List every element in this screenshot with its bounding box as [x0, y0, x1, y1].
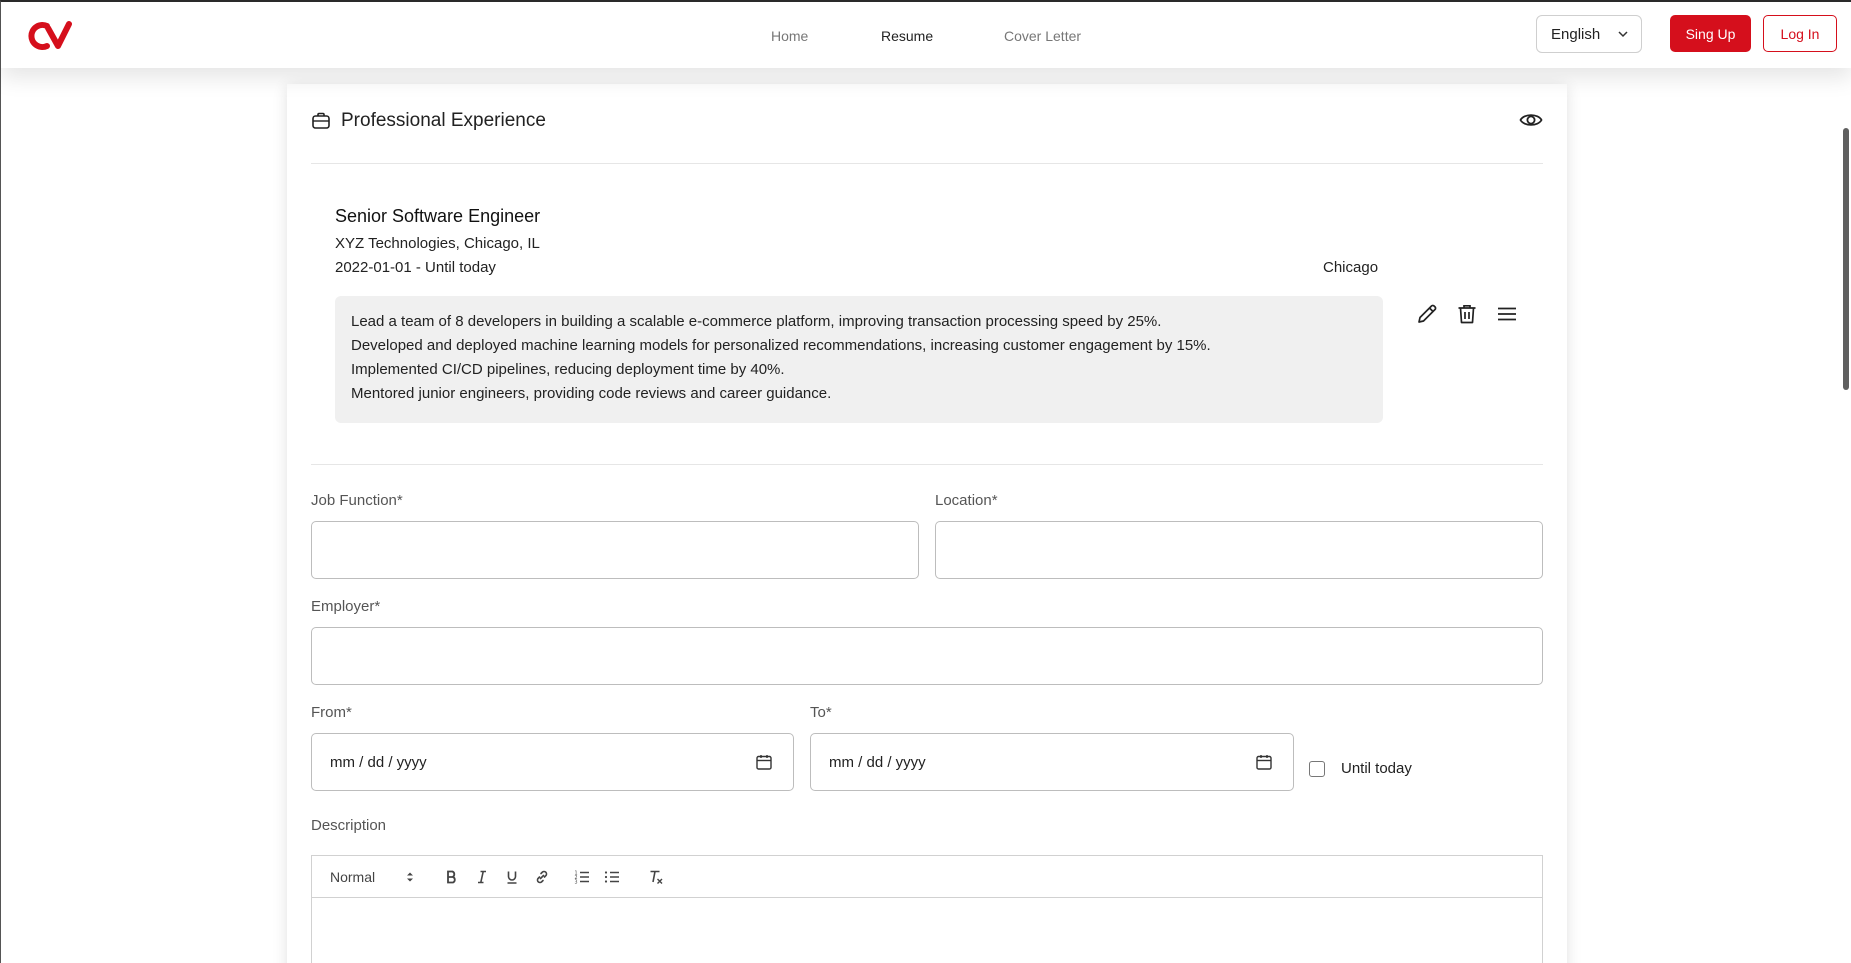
- language-select-value: English: [1551, 25, 1601, 43]
- entry-description-line: Mentored junior engineers, providing cod…: [351, 385, 832, 402]
- job-function-input[interactable]: [311, 521, 919, 579]
- location-label: Location*: [935, 492, 998, 509]
- language-select[interactable]: English: [1536, 15, 1642, 53]
- job-function-label: Job Function*: [311, 492, 403, 509]
- link-icon[interactable]: [532, 866, 552, 888]
- briefcase-icon: [312, 112, 330, 129]
- svg-text:3: 3: [575, 880, 578, 885]
- bold-icon[interactable]: [442, 866, 462, 888]
- edit-icon[interactable]: [1415, 302, 1439, 326]
- entry-employer: XYZ Technologies, Chicago, IL: [335, 235, 540, 252]
- eye-icon[interactable]: [1519, 110, 1543, 130]
- to-date-input[interactable]: mm / dd / yyyy: [810, 733, 1294, 791]
- trash-icon[interactable]: [1455, 302, 1479, 326]
- to-date-placeholder: mm / dd / yyyy: [829, 753, 926, 771]
- editor-toolbar: Normal 123: [312, 856, 1542, 898]
- underline-icon[interactable]: [502, 866, 522, 888]
- from-date-input[interactable]: mm / dd / yyyy: [311, 733, 794, 791]
- employer-label: Employer*: [311, 598, 381, 615]
- login-button[interactable]: Log In: [1763, 15, 1837, 52]
- editor-content-area[interactable]: [312, 898, 1542, 963]
- heading-select-value: Normal: [330, 869, 376, 885]
- heading-select[interactable]: Normal: [330, 866, 414, 888]
- ordered-list-icon[interactable]: 123: [572, 866, 592, 888]
- from-date-placeholder: mm / dd / yyyy: [330, 753, 427, 771]
- entry-city: Chicago: [1323, 259, 1379, 276]
- from-label: From*: [311, 704, 352, 721]
- section-divider: [311, 163, 1543, 164]
- employer-input[interactable]: [311, 627, 1543, 685]
- location-input[interactable]: [935, 521, 1543, 579]
- calendar-icon[interactable]: [1255, 753, 1273, 771]
- bullet-list-icon[interactable]: [602, 866, 622, 888]
- entry-dates: 2022-01-01 - Until today: [335, 259, 496, 276]
- until-today-checkbox[interactable]: [1309, 761, 1325, 777]
- to-label: To*: [810, 704, 832, 721]
- section-header: Professional Experience: [311, 110, 546, 132]
- until-today-label[interactable]: Until today: [1341, 760, 1412, 777]
- nav-home[interactable]: Home: [771, 28, 808, 44]
- entry-description: Lead a team of 8 developers in building …: [335, 296, 1383, 423]
- experience-card: Professional Experience Senior Software …: [287, 84, 1567, 963]
- rich-text-editor: Normal 123: [311, 855, 1543, 963]
- nav-cover-letter[interactable]: Cover Letter: [1004, 28, 1081, 44]
- scrollbar-thumb[interactable]: [1843, 128, 1849, 390]
- italic-icon[interactable]: [472, 866, 492, 888]
- section-title: Professional Experience: [341, 110, 546, 131]
- top-header: Home Resume Cover Letter English Sing Up…: [1, 2, 1851, 68]
- nav-resume[interactable]: Resume: [881, 28, 933, 44]
- drag-handle-icon[interactable]: [1495, 302, 1519, 326]
- entry-divider: [311, 464, 1543, 465]
- chevron-down-icon: [1618, 31, 1628, 38]
- clear-format-icon[interactable]: [646, 866, 666, 888]
- entry-description-line: Developed and deployed machine learning …: [351, 337, 1211, 354]
- signup-button[interactable]: Sing Up: [1670, 15, 1751, 52]
- entry-job-title: Senior Software Engineer: [335, 206, 541, 226]
- entry-description-line: Implemented CI/CD pipelines, reducing de…: [351, 361, 785, 378]
- entry-actions: [1415, 302, 1519, 326]
- entry-description-line: Lead a team of 8 developers in building …: [351, 313, 1162, 330]
- description-label: Description: [311, 817, 387, 834]
- calendar-icon[interactable]: [755, 753, 773, 771]
- select-arrows-icon: [407, 872, 413, 882]
